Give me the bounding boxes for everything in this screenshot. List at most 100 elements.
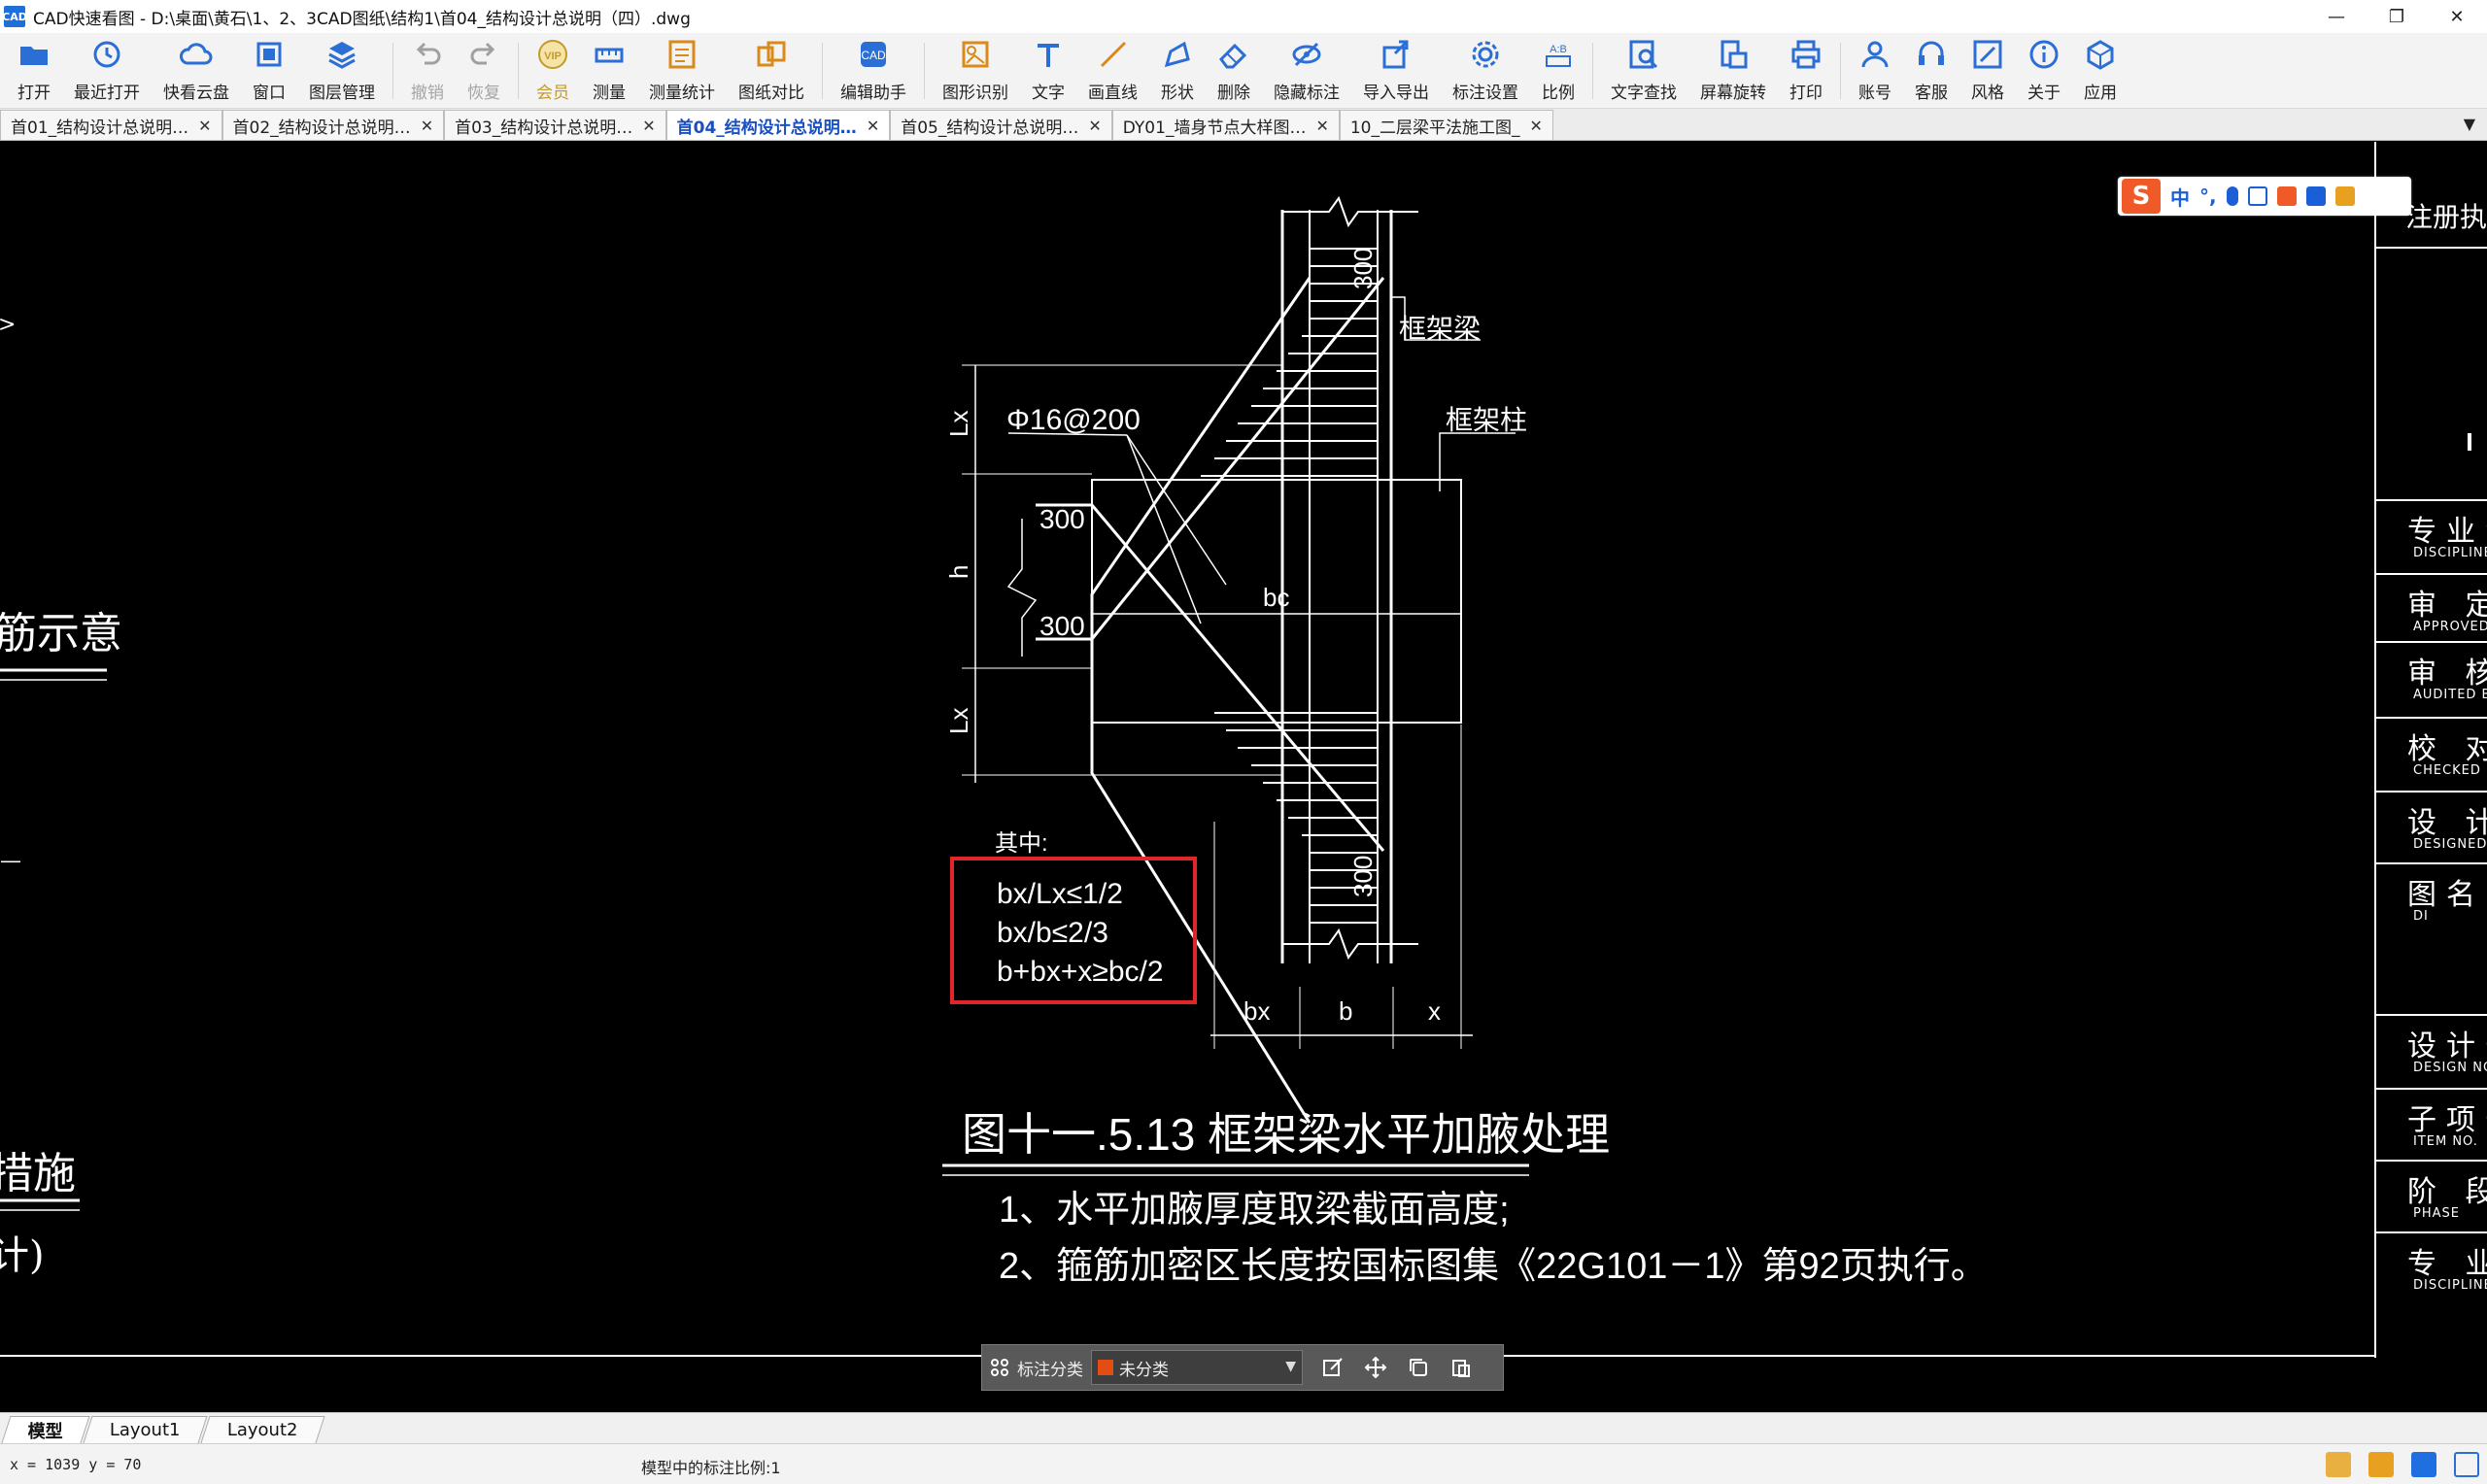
title-block-label-en: ITEM NO. (2413, 1134, 2478, 1149)
layout-tab[interactable]: Layout1 (83, 1416, 208, 1443)
toolbar-button-import-export[interactable]: 导入导出 (1351, 35, 1441, 107)
toolbar-button-headset[interactable]: 客服 (1903, 35, 1959, 107)
cad-drawing: 框架梁 框架柱 Φ16@200 300 300 300 300 Lx h Lx … (0, 195, 2374, 1357)
toolbar-button-edit-assistant[interactable]: CAD 编辑助手 (829, 35, 918, 107)
toolbar-button-compare[interactable]: 图纸对比 (727, 35, 816, 107)
note-2: 2、箍筋加密区长度按国标图集《22G101－1》第92页执行。 (999, 1246, 1988, 1287)
document-tab[interactable]: 10_二层梁平法施工图_ ✕ (1339, 110, 1553, 140)
toolbar-button-rotate-screen[interactable]: 屏幕旋转 (1688, 35, 1778, 107)
tab-close-icon[interactable]: ✕ (421, 117, 433, 135)
document-tab-label: 10_二层梁平法施工图_ (1349, 118, 1520, 138)
toolbar-button-shape-recognition[interactable]: 图形识别 (931, 35, 1020, 107)
toolbar-button-style[interactable]: 风格 (1959, 35, 2016, 107)
title-block-cell: 校 对CHECKED BY (2376, 717, 2487, 791)
category-color-swatch (1098, 1360, 1113, 1375)
toolbar-button-cloud[interactable]: 快看云盘 (152, 35, 241, 107)
label-frame-column: 框架柱 (1446, 405, 1527, 435)
document-tab[interactable]: 首01_结构设计总说明… ✕ (0, 110, 222, 140)
toolbar-button-recent[interactable]: 最近打开 (62, 35, 152, 107)
copy-icon[interactable] (1402, 1351, 1435, 1384)
fullscreen-icon[interactable] (2454, 1452, 2479, 1477)
toolbar-button-text[interactable]: 文字 (1020, 35, 1076, 107)
move-icon[interactable] (1359, 1351, 1392, 1384)
toolbar-button-label: 文字 (1032, 84, 1065, 103)
toolbar-button-print[interactable]: 打印 (1778, 35, 1834, 107)
rotate-screen-icon (1717, 38, 1750, 75)
edit-notes-icon[interactable] (2368, 1452, 2394, 1477)
title-block-label: 设计号 (2407, 1029, 2487, 1063)
maximize-button[interactable]: ❐ (2367, 0, 2427, 33)
tab-close-icon[interactable]: ✕ (867, 117, 879, 135)
layout-tab[interactable]: Layout2 (200, 1416, 324, 1443)
ime-logo-icon[interactable]: S (2122, 179, 2161, 214)
vip-icon: VIP (536, 38, 569, 75)
notes-icon[interactable] (2326, 1452, 2351, 1477)
title-block-cell: 审 定APPROVED B (2376, 573, 2487, 641)
dim-300-upper: 300 (1039, 504, 1085, 534)
tab-close-icon[interactable]: ✕ (1315, 117, 1328, 135)
toolbar-button-label: 文字查找 (1611, 84, 1677, 103)
toolbar-button-hide-annotation[interactable]: 隐藏标注 (1262, 35, 1351, 107)
pdf-convert-icon[interactable] (2411, 1452, 2436, 1477)
annotation-category-select[interactable]: 未分类 ▼ (1091, 1350, 1303, 1385)
ime-toolbar[interactable]: S 中 °, (2118, 177, 2411, 216)
tab-close-icon[interactable]: ✕ (198, 117, 211, 135)
drawing-canvas[interactable]: 框架梁 框架柱 Φ16@200 300 300 300 300 Lx h Lx … (0, 142, 2487, 1358)
paste-icon[interactable] (1445, 1351, 1478, 1384)
toolbar-button-line[interactable]: 画直线 (1076, 35, 1149, 107)
microphone-icon[interactable] (2226, 186, 2238, 206)
tab-close-icon[interactable]: ✕ (1530, 117, 1543, 135)
document-tab-label: 首03_结构设计总说明… (455, 118, 633, 138)
toolbar-button-redo[interactable]: 恢复 (456, 35, 512, 107)
layout-tabs: 模型 Layout1 Layout2 (0, 1412, 2487, 1443)
toolbar-button-undo[interactable]: 撤销 (399, 35, 456, 107)
measure-icon (593, 38, 626, 75)
title-block-label: 校 对 (2407, 732, 2487, 766)
close-button[interactable]: ✕ (2427, 0, 2487, 33)
document-tab-label: 首02_结构设计总说明… (232, 118, 411, 138)
toolbox-icon[interactable] (2305, 186, 2326, 206)
toolbar-button-scale[interactable]: A:B 比例 (1530, 35, 1586, 107)
dim-300-bottom: 300 (1348, 856, 1378, 897)
ime-mode[interactable]: 中 (2170, 183, 2190, 211)
toolbar-button-layers[interactable]: 图层管理 (297, 35, 387, 107)
toolbar-button-apps[interactable]: 应用 (2072, 35, 2129, 107)
toolbar-button-annotation-settings[interactable]: 标注设置 (1441, 35, 1530, 107)
minimize-button[interactable]: — (2306, 0, 2367, 33)
toolbar-button-measure-stats[interactable]: 测量统计 (637, 35, 727, 107)
hide-annotation-icon (1290, 38, 1323, 75)
main-toolbar: 打开 最近打开 快看云盘 窗口 图层管理 撤销 恢复 VIP 会员 测量 测量统计 图纸对比 CAD 编辑… (0, 33, 2487, 109)
cloud-icon (180, 38, 213, 75)
toolbar-button-account[interactable]: 账号 (1847, 35, 1903, 107)
document-tab[interactable]: 首04_结构设计总说明… ✕ (665, 110, 891, 140)
document-tab[interactable]: 首02_结构设计总说明… ✕ (221, 110, 445, 140)
keyboard-icon[interactable] (2247, 186, 2267, 206)
note-1: 1、水平加腋厚度取梁截面高度; (999, 1190, 1510, 1231)
document-tab[interactable]: DY01_墙身节点大样图… ✕ (1111, 110, 1340, 140)
document-tab[interactable]: 首05_结构设计总说明… ✕ (890, 110, 1112, 140)
title-block-cell: 图名 DI (2376, 862, 2487, 1014)
ime-punct[interactable]: °, (2199, 185, 2217, 208)
toolbar-button-measure[interactable]: 测量 (581, 35, 637, 107)
toolbar-button-window[interactable]: 窗口 (241, 35, 297, 107)
grid-icon[interactable] (982, 1358, 1017, 1377)
tabs-dropdown-icon[interactable]: ▼ (2464, 115, 2475, 133)
toolbar-button-eraser[interactable]: 删除 (1206, 35, 1262, 107)
mascot-icon[interactable] (2334, 186, 2355, 206)
skin-icon[interactable] (2276, 186, 2297, 206)
toolbar-button-text-search[interactable]: 文字查找 (1599, 35, 1688, 107)
toolbar-button-vip[interactable]: VIP 会员 (525, 35, 581, 107)
annotation-bar: 标注分类 未分类 ▼ (981, 1344, 1504, 1391)
tab-close-icon[interactable]: ✕ (642, 117, 655, 135)
tab-close-icon[interactable]: ✕ (1088, 117, 1101, 135)
document-tab[interactable]: 首03_结构设计总说明… ✕ (444, 110, 666, 140)
layout-tab-label: Layout1 (109, 1420, 181, 1440)
dim-lx-upper: Lx (944, 411, 973, 437)
toolbar-button-label: 标注设置 (1452, 84, 1518, 103)
layout-tab[interactable]: 模型 (1, 1416, 90, 1443)
edit-icon[interactable] (1316, 1351, 1349, 1384)
toolbar-button-shape[interactable]: 形状 (1149, 35, 1206, 107)
toolbar-button-info[interactable]: 关于 (2016, 35, 2072, 107)
toolbar-button-label: 测量 (593, 84, 626, 103)
toolbar-button-open-folder[interactable]: 打开 (6, 35, 62, 107)
